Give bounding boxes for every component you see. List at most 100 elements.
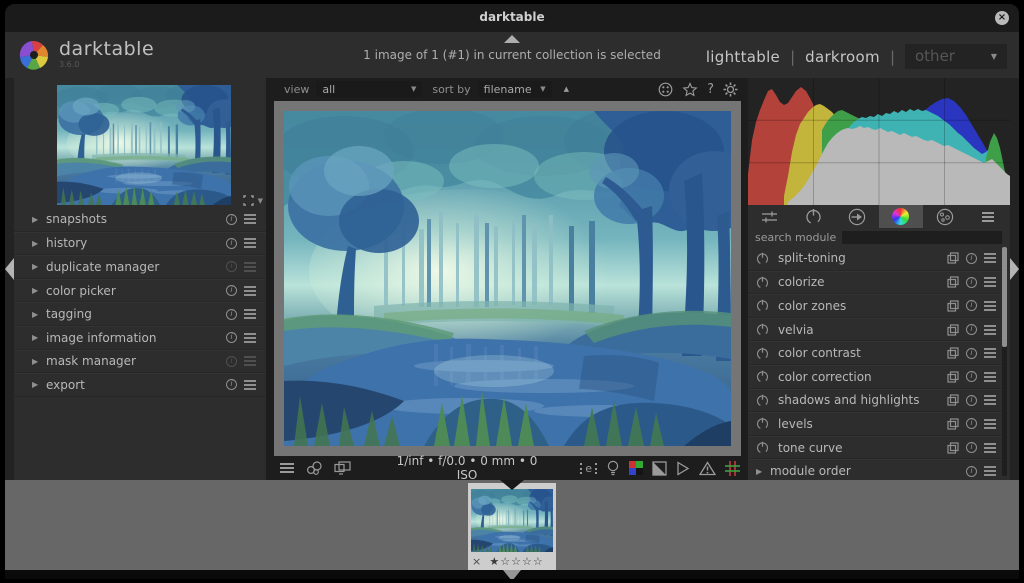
- power-icon[interactable]: [756, 252, 769, 265]
- filmstrip-collapse-icon[interactable]: [500, 480, 524, 490]
- multi-instance-icon[interactable]: [947, 418, 959, 430]
- collapse-left-panel-icon[interactable]: [5, 258, 14, 280]
- tab-color-group[interactable]: [879, 205, 923, 228]
- power-icon[interactable]: [756, 417, 769, 430]
- bottom-presets-icon[interactable]: [280, 463, 294, 473]
- presets-icon[interactable]: [984, 301, 996, 311]
- reset-icon[interactable]: [966, 348, 977, 359]
- image-stage[interactable]: [266, 100, 748, 456]
- reset-icon[interactable]: [966, 300, 977, 311]
- color-label-filter-icon[interactable]: [658, 82, 673, 97]
- expander-icon[interactable]: ▶: [32, 380, 46, 389]
- expander-icon[interactable]: ▶: [32, 286, 46, 295]
- module-levels[interactable]: levels: [748, 412, 1002, 436]
- iso12646-bulb-icon[interactable]: [606, 460, 620, 476]
- power-icon[interactable]: [756, 276, 769, 289]
- tab-effects-group[interactable]: [923, 205, 967, 228]
- star-empty-icon[interactable]: ☆: [533, 555, 544, 568]
- expander-icon[interactable]: ▶: [32, 239, 46, 248]
- view-filter-select[interactable]: all ▼: [316, 81, 422, 97]
- presets-icon[interactable]: [984, 466, 996, 476]
- presets-icon[interactable]: [244, 214, 256, 224]
- presets-icon[interactable]: [984, 395, 996, 405]
- presets-icon[interactable]: [984, 277, 996, 287]
- left-border-strip[interactable]: [5, 78, 14, 480]
- expander-icon[interactable]: ▶: [32, 215, 46, 224]
- power-icon[interactable]: [756, 323, 769, 336]
- titlebar[interactable]: darktable ×: [5, 4, 1019, 32]
- sidebar-item-export[interactable]: ▶ export: [14, 373, 266, 397]
- reset-icon[interactable]: [226, 379, 237, 390]
- presets-icon[interactable]: [984, 419, 996, 429]
- main-image[interactable]: [274, 101, 741, 456]
- multi-instance-icon[interactable]: [947, 347, 959, 359]
- bottom-panel-collapse-icon[interactable]: [503, 570, 521, 579]
- expander-icon[interactable]: ▶: [32, 262, 46, 271]
- presets-icon[interactable]: [984, 348, 996, 358]
- raw-overexposed-icon[interactable]: [676, 461, 690, 476]
- reset-icon[interactable]: [226, 332, 237, 343]
- multi-instance-icon[interactable]: [947, 371, 959, 383]
- reset-icon[interactable]: [226, 285, 237, 296]
- reset-icon[interactable]: [966, 253, 977, 264]
- multi-instance-icon[interactable]: [947, 324, 959, 336]
- sidebar-item-tagging[interactable]: ▶ tagging: [14, 302, 266, 326]
- presets-icon[interactable]: [244, 286, 256, 296]
- module-velvia[interactable]: velvia: [748, 318, 1002, 342]
- module-tone-curve[interactable]: tone curve: [748, 436, 1002, 460]
- sidebar-item-image-information[interactable]: ▶ image information: [14, 326, 266, 350]
- tab-active-modules[interactable]: [748, 205, 792, 228]
- filmstrip-image[interactable]: [471, 489, 553, 552]
- presets-icon[interactable]: [244, 309, 256, 319]
- power-icon[interactable]: [756, 370, 769, 383]
- reset-icon[interactable]: [226, 309, 237, 320]
- power-icon[interactable]: [756, 441, 769, 454]
- reject-icon[interactable]: ×: [472, 555, 481, 568]
- overexposed-icon[interactable]: [652, 461, 667, 476]
- multi-instance-icon[interactable]: [947, 394, 959, 406]
- gear-icon[interactable]: [723, 82, 738, 97]
- filmstrip[interactable]: × ★☆☆☆☆: [5, 480, 1019, 570]
- reset-icon[interactable]: [966, 466, 977, 477]
- star-empty-icon[interactable]: ☆: [511, 555, 522, 568]
- module-color-contrast[interactable]: color contrast: [748, 341, 1002, 365]
- view-darkroom[interactable]: darkroom: [805, 48, 880, 66]
- view-lighttable[interactable]: lighttable: [706, 48, 780, 66]
- histogram[interactable]: [748, 78, 1010, 205]
- reset-icon[interactable]: [226, 238, 237, 249]
- tab-basic-group[interactable]: [835, 205, 879, 228]
- presets-icon[interactable]: [244, 333, 256, 343]
- sidebar-item-mask-manager[interactable]: ▶ mask manager: [14, 350, 266, 374]
- star-filled-icon[interactable]: ★: [489, 555, 500, 568]
- reset-icon[interactable]: [226, 214, 237, 225]
- collapse-right-panel-icon[interactable]: [1010, 258, 1019, 280]
- close-icon[interactable]: ×: [995, 11, 1009, 25]
- zoom-fit-icon[interactable]: [243, 195, 254, 206]
- sidebar-item-color-picker[interactable]: ▶ color picker: [14, 279, 266, 303]
- sort-by-select[interactable]: filename ▼: [478, 81, 552, 97]
- right-border-strip[interactable]: [1010, 78, 1019, 480]
- presets-icon[interactable]: [984, 325, 996, 335]
- star-empty-icon[interactable]: ☆: [500, 555, 511, 568]
- multi-instance-icon[interactable]: [947, 442, 959, 454]
- star-empty-icon[interactable]: ☆: [522, 555, 533, 568]
- reset-icon[interactable]: [966, 324, 977, 335]
- zoom-dropdown-icon[interactable]: ▼: [258, 197, 263, 205]
- scrollbar-thumb[interactable]: [1002, 247, 1007, 347]
- sidebar-item-history[interactable]: ▶ history: [14, 232, 266, 256]
- sidebar-item-duplicate-manager[interactable]: ▶ duplicate manager: [14, 255, 266, 279]
- softproof-icon[interactable]: e: [580, 463, 597, 474]
- star-rating-filter-icon[interactable]: [682, 82, 698, 97]
- guides-overlays-icon[interactable]: [305, 460, 323, 476]
- multi-instance-icon[interactable]: [947, 300, 959, 312]
- sidebar-item-snapshots[interactable]: ▶ snapshots: [14, 208, 266, 232]
- warning-icon[interactable]: [699, 461, 716, 476]
- tab-favorites[interactable]: [792, 205, 836, 228]
- module-split-toning[interactable]: split-toning: [748, 247, 1002, 271]
- power-icon[interactable]: [756, 299, 769, 312]
- grid-guides-icon[interactable]: [725, 461, 740, 476]
- expander-icon[interactable]: ▶: [32, 333, 46, 342]
- presets-icon[interactable]: [244, 238, 256, 248]
- star-rating[interactable]: ★☆☆☆☆: [481, 555, 552, 568]
- view-other-dropdown[interactable]: other ▼: [905, 44, 1007, 69]
